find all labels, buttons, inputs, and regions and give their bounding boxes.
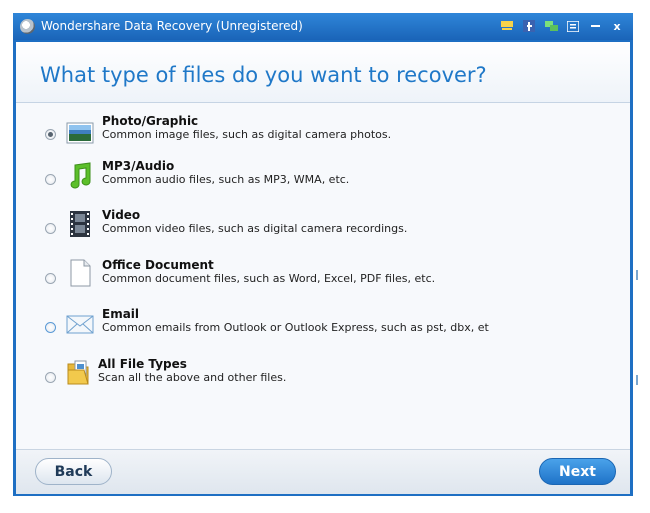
option-label: Office Document: [102, 258, 214, 272]
option-label: Video: [102, 208, 141, 222]
app-logo-icon: [20, 19, 35, 34]
photo-icon: [66, 122, 94, 144]
document-icon: [70, 259, 91, 287]
app-window: Wondershare Data Recovery (Unregistered)…: [13, 13, 633, 496]
close-icon[interactable]: x: [609, 17, 625, 35]
option-video[interactable]: Video Common video files, such as digita…: [16, 207, 630, 251]
option-description: Common audio files, such as MP3, WMA, et…: [102, 173, 350, 186]
option-all-file-types[interactable]: All File Types Scan all the above and ot…: [16, 356, 630, 400]
wizard-footer: Back Next: [16, 449, 630, 494]
background-mark: [636, 375, 638, 385]
back-button[interactable]: Back: [35, 458, 112, 485]
film-strip-icon: [70, 211, 90, 237]
title-bar: Wondershare Data Recovery (Unregistered)…: [13, 13, 633, 40]
chat-icon[interactable]: [543, 17, 559, 35]
background-mark: [636, 270, 638, 280]
radio-photo-graphic[interactable]: [45, 129, 56, 140]
radio-all-file-types[interactable]: [45, 372, 56, 383]
window-title: Wondershare Data Recovery (Unregistered): [41, 19, 303, 33]
music-note-icon: [70, 162, 91, 189]
file-type-list: Photo/Graphic Common image files, such a…: [16, 103, 630, 449]
minimize-icon[interactable]: [587, 17, 603, 35]
background-strip: [633, 0, 650, 513]
option-photo-graphic[interactable]: Photo/Graphic Common image files, such a…: [16, 113, 630, 157]
option-mp3-audio[interactable]: MP3/Audio Common audio files, such as MP…: [16, 158, 630, 202]
next-button[interactable]: Next: [539, 458, 616, 485]
option-label: MP3/Audio: [102, 159, 175, 173]
option-description: Common document files, such as Word, Exc…: [102, 272, 436, 285]
option-description: Scan all the above and other files.: [98, 371, 287, 384]
facebook-icon[interactable]: [521, 17, 537, 35]
option-label: Photo/Graphic: [102, 114, 199, 128]
option-label: All File Types: [98, 357, 187, 371]
option-description: Common emails from Outlook or Outlook Ex…: [102, 321, 489, 334]
folder-icon: [67, 360, 89, 385]
radio-mp3-audio[interactable]: [45, 174, 56, 185]
envelope-icon: [66, 315, 94, 334]
option-description: Common image files, such as digital came…: [102, 128, 392, 141]
option-office-document[interactable]: Office Document Common document files, s…: [16, 257, 630, 301]
titlebar-controls: x: [499, 17, 625, 35]
option-email[interactable]: Email Common emails from Outlook or Outl…: [16, 306, 630, 350]
page-title: What type of files do you want to recove…: [40, 63, 487, 87]
menu-icon[interactable]: [565, 17, 581, 35]
option-description: Common video files, such as digital came…: [102, 222, 408, 235]
radio-email[interactable]: [45, 322, 56, 333]
option-label: Email: [102, 307, 140, 321]
wizard-panel: What type of files do you want to recove…: [16, 42, 630, 494]
radio-video[interactable]: [45, 223, 56, 234]
cart-icon[interactable]: [499, 17, 515, 35]
radio-office-document[interactable]: [45, 273, 56, 284]
wizard-header: What type of files do you want to recove…: [16, 42, 630, 103]
